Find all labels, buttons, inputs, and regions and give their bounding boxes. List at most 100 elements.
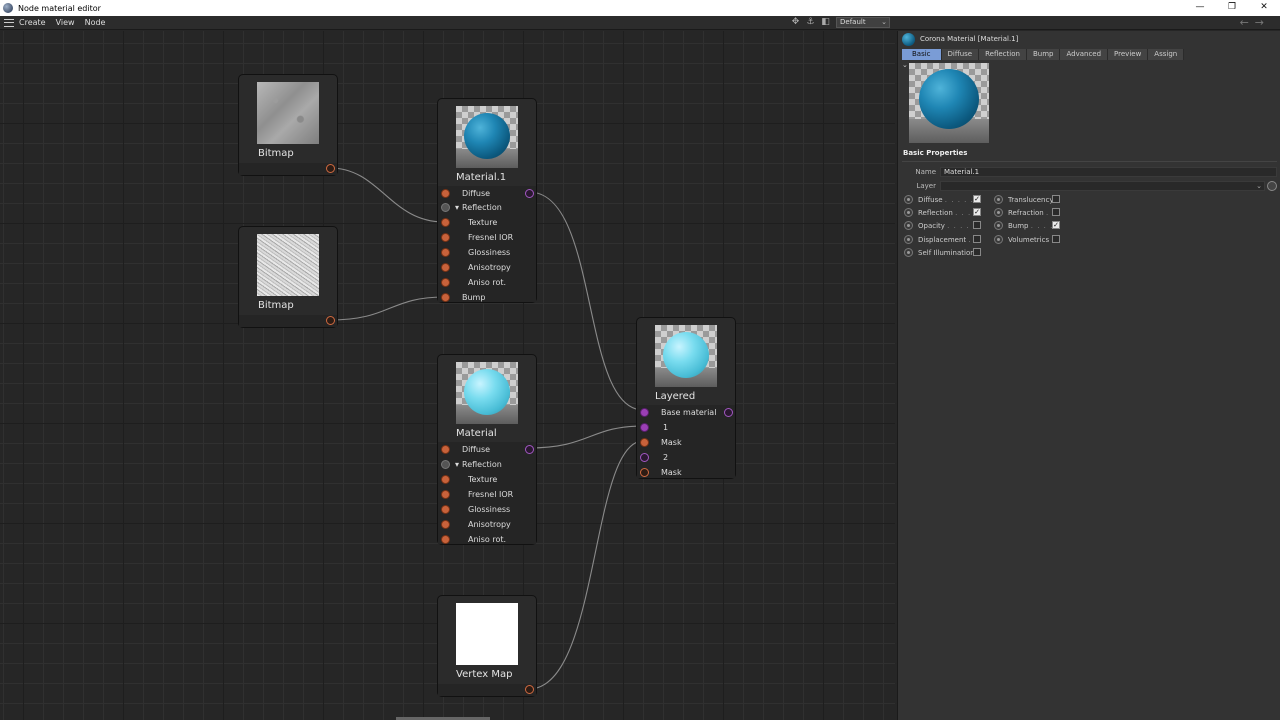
input-port[interactable] (640, 453, 649, 462)
menu-create[interactable]: Create (19, 18, 46, 27)
animate-radio-icon[interactable] (994, 235, 1003, 244)
output-port[interactable] (525, 685, 534, 694)
layout-select[interactable]: Default ⌄ (836, 17, 890, 28)
output-port[interactable] (724, 408, 733, 417)
title-bar: Node material editor — ❐ ✕ (0, 0, 1280, 16)
collapse-arrow-icon[interactable]: ⌄ (902, 61, 908, 69)
input-port[interactable] (441, 278, 450, 287)
input-port[interactable] (441, 293, 450, 302)
bitmap-node-2[interactable]: Bitmap (238, 226, 338, 328)
tab-bump[interactable]: Bump (1026, 49, 1061, 60)
output-port[interactable] (326, 316, 335, 325)
input-port[interactable] (441, 248, 450, 257)
prop-label: Refraction (1008, 208, 1044, 217)
expand-arrow-icon[interactable]: ▾ (455, 460, 459, 469)
port-label: Aniso rot. (468, 535, 507, 544)
prop-volumetrics: Volumetrics (994, 234, 1049, 245)
material-preview (456, 106, 518, 168)
input-port[interactable] (441, 460, 450, 469)
port-label: Glossiness (468, 505, 511, 514)
animate-radio-icon[interactable] (994, 195, 1003, 204)
animate-radio-icon[interactable] (994, 208, 1003, 217)
input-port[interactable] (441, 445, 450, 454)
diffuse-checkbox[interactable]: ✓ (973, 195, 981, 203)
tab-assign[interactable]: Assign (1148, 49, 1185, 60)
prop-label: Translucency (1008, 195, 1054, 204)
wire-vertexmap-mask (528, 440, 644, 690)
menu-node[interactable]: Node (85, 18, 106, 27)
node-title: Bitmap (258, 148, 294, 159)
input-port[interactable] (441, 520, 450, 529)
port-label: Reflection (462, 460, 502, 469)
input-port[interactable] (441, 505, 450, 514)
close-button[interactable]: ✕ (1248, 0, 1280, 16)
input-port[interactable] (441, 263, 450, 272)
reflection-checkbox[interactable]: ✓ (973, 208, 981, 216)
port-label: Fresnel IOR (468, 490, 514, 499)
expand-arrow-icon[interactable]: ▾ (455, 203, 459, 212)
input-port[interactable] (441, 475, 450, 484)
input-port[interactable] (441, 218, 450, 227)
layer-picker-icon[interactable] (1267, 181, 1277, 191)
animate-radio-icon[interactable] (904, 195, 913, 204)
input-port[interactable] (640, 468, 649, 477)
name-field[interactable]: Material.1 (940, 167, 1277, 177)
input-port[interactable] (441, 203, 450, 212)
input-port[interactable] (640, 423, 649, 432)
prop-refraction: Refraction . . (994, 207, 1056, 218)
chevron-down-icon: ⌄ (881, 18, 887, 26)
refraction-checkbox[interactable] (1052, 208, 1060, 216)
prop-label: Opacity (918, 221, 945, 230)
tab-reflection[interactable]: Reflection (979, 49, 1027, 60)
forward-arrow-icon[interactable]: → (1255, 16, 1270, 29)
animate-radio-icon[interactable] (904, 248, 913, 257)
back-arrow-icon[interactable]: ← (1240, 16, 1255, 29)
hamburger-menu-icon[interactable] (4, 18, 14, 27)
panel-toggle-icon[interactable]: ◧ (820, 17, 831, 28)
animate-radio-icon[interactable] (904, 221, 913, 230)
input-port[interactable] (441, 535, 450, 544)
animate-radio-icon[interactable] (904, 235, 913, 244)
bump-checkbox[interactable]: ✓ (1052, 221, 1060, 229)
port-label: Base material (661, 408, 717, 417)
material-node-1[interactable]: Material.1 Diffuse ▾ Reflection Texture F… (437, 98, 537, 303)
translucency-checkbox[interactable] (1052, 195, 1060, 203)
restore-button[interactable]: ❐ (1216, 0, 1248, 16)
tab-preview[interactable]: Preview (1108, 49, 1149, 60)
output-port[interactable] (525, 189, 534, 198)
section-divider (902, 161, 1277, 162)
tab-advanced[interactable]: Advanced (1060, 49, 1109, 60)
node-canvas[interactable]: Bitmap Bitmap Material.1 Diffuse ▾ Reflec… (0, 31, 895, 720)
material-node[interactable]: Material Diffuse ▾ Reflection Texture Fre… (437, 354, 537, 545)
volumetrics-checkbox[interactable] (1052, 235, 1060, 243)
self-illumination-checkbox[interactable] (973, 248, 981, 256)
prop-translucency: Translucency (994, 194, 1053, 205)
minimize-button[interactable]: — (1184, 0, 1216, 16)
input-port[interactable] (441, 490, 450, 499)
material-preview (456, 362, 518, 424)
output-port[interactable] (326, 164, 335, 173)
input-port[interactable] (441, 189, 450, 198)
input-port[interactable] (441, 233, 450, 242)
menu-view[interactable]: View (56, 18, 75, 27)
chevron-down-icon[interactable]: ⌄ (1256, 182, 1262, 190)
port-label: Diffuse (462, 189, 491, 198)
displacement-checkbox[interactable] (973, 235, 981, 243)
port-label: Mask (661, 438, 682, 447)
input-port[interactable] (640, 438, 649, 447)
tab-basic[interactable]: Basic (902, 49, 942, 60)
animate-radio-icon[interactable] (904, 208, 913, 217)
tab-diffuse[interactable]: Diffuse (941, 49, 980, 60)
port-label: Anisotropy (468, 263, 511, 272)
layer-field[interactable]: ⌄ (940, 181, 1265, 191)
bitmap-node-1[interactable]: Bitmap (238, 74, 338, 176)
move-view-icon[interactable]: ✥ (790, 17, 801, 28)
animate-radio-icon[interactable] (994, 221, 1003, 230)
layered-node[interactable]: Layered Base material 1 Mask 2 Mask (636, 317, 736, 479)
anchor-icon[interactable]: ⚓ (805, 17, 816, 28)
vertex-map-node[interactable]: Vertex Map (437, 595, 537, 697)
prop-diffuse: Diffuse . . . . . . (904, 194, 980, 205)
opacity-checkbox[interactable] (973, 221, 981, 229)
output-port[interactable] (525, 445, 534, 454)
input-port[interactable] (640, 408, 649, 417)
